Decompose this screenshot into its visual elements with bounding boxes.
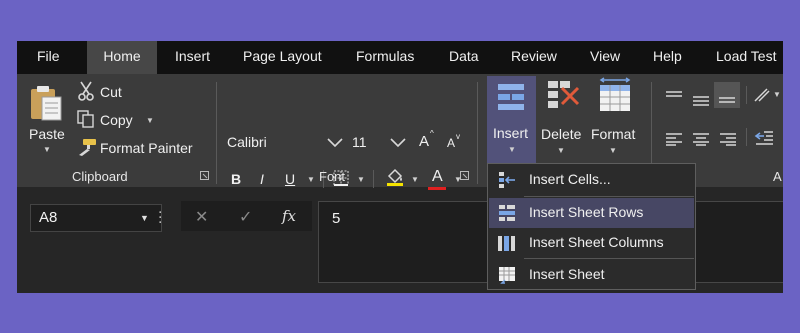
- divider: [524, 196, 694, 197]
- format-dropdown-icon[interactable]: ▼: [609, 146, 617, 155]
- top-align-icon[interactable]: [665, 90, 683, 104]
- insert-columns-icon: [498, 236, 515, 251]
- enter-icon[interactable]: ✓: [239, 207, 252, 227]
- delete-button[interactable]: [546, 79, 582, 116]
- tab-home[interactable]: Home: [87, 41, 157, 74]
- align-right-icon[interactable]: [719, 132, 737, 146]
- decrease-indent-icon[interactable]: [754, 130, 774, 146]
- format-painter-button[interactable]: Format Painter: [100, 140, 193, 156]
- insert-rows-icon: [499, 205, 515, 221]
- tab-page-layout[interactable]: Page Layout: [243, 41, 322, 74]
- font-color-button[interactable]: A: [432, 168, 443, 186]
- divider: [524, 258, 694, 259]
- menu-item-insert-cells[interactable]: Insert Cells...: [489, 165, 694, 195]
- fill-color-icon[interactable]: [385, 167, 405, 187]
- menu-item-label: Insert Sheet Rows: [529, 204, 644, 220]
- insert-button[interactable]: Insert ▼: [487, 76, 536, 163]
- tab-formulas[interactable]: Formulas: [356, 41, 414, 74]
- font-color-swatch: [428, 187, 446, 190]
- cut-icon[interactable]: [77, 81, 95, 106]
- tab-load-test[interactable]: Load Test: [716, 41, 776, 74]
- menu-item-insert-sheet-rows[interactable]: Insert Sheet Rows: [489, 198, 694, 228]
- divider: [477, 82, 478, 184]
- alignment-group-label: A: [773, 169, 782, 184]
- menu-bar: File Home Insert Page Layout Formulas Da…: [17, 41, 783, 74]
- align-left-icon[interactable]: [665, 132, 683, 146]
- copy-dropdown-icon[interactable]: ▼: [146, 116, 154, 125]
- font-size-combo[interactable]: 11: [348, 132, 412, 154]
- tab-review[interactable]: Review: [511, 41, 557, 74]
- underline-button[interactable]: U: [285, 171, 295, 187]
- chevron-down-icon[interactable]: [327, 138, 343, 148]
- tab-help[interactable]: Help: [653, 41, 682, 74]
- clipboard-icon: [31, 86, 62, 121]
- middle-align-icon[interactable]: [692, 94, 710, 108]
- paste-dropdown-icon[interactable]: ▼: [43, 145, 51, 154]
- name-box-value: A8: [39, 209, 58, 226]
- menu-item-insert-sheet-columns[interactable]: Insert Sheet Columns: [489, 228, 694, 258]
- align-center-icon[interactable]: [692, 132, 710, 146]
- paste-button[interactable]: [28, 83, 64, 128]
- font-launcher-icon[interactable]: [460, 171, 469, 180]
- increase-font-button[interactable]: A: [419, 133, 429, 150]
- clipboard-group-label: Clipboard: [72, 169, 128, 184]
- orientation-icon[interactable]: [753, 86, 771, 104]
- borders-dropdown-icon[interactable]: ▼: [357, 175, 365, 184]
- delete-cells-icon: [548, 81, 580, 108]
- insert-sheet-icon: [499, 267, 515, 284]
- menu-item-label: Insert Cells...: [529, 171, 611, 187]
- tab-data[interactable]: Data: [449, 41, 479, 74]
- paste-label[interactable]: Paste: [29, 126, 65, 142]
- tab-file[interactable]: File: [37, 41, 60, 74]
- chevron-down-icon[interactable]: [390, 138, 406, 148]
- insert-cells-icon: [498, 84, 524, 110]
- font-name-combo[interactable]: Calibri: [223, 132, 347, 154]
- excel-window: File Home Insert Page Layout Formulas Da…: [17, 41, 783, 293]
- bold-button[interactable]: B: [231, 171, 241, 187]
- italic-button[interactable]: I: [260, 171, 264, 187]
- clipboard-launcher-icon[interactable]: [200, 171, 209, 180]
- cancel-icon[interactable]: ✕: [195, 207, 208, 227]
- divider: [373, 170, 374, 188]
- decrease-font-button[interactable]: A: [447, 136, 455, 150]
- font-size-value: 11: [352, 134, 367, 150]
- tab-insert[interactable]: Insert: [175, 41, 210, 74]
- decrease-font-caret-icon: v: [456, 132, 460, 141]
- cut-button[interactable]: Cut: [100, 84, 122, 100]
- font-group-label: Font: [319, 169, 346, 184]
- divider: [746, 128, 747, 146]
- insert-cells-icon: [499, 172, 515, 188]
- insert-function-button[interactable]: fx: [282, 207, 296, 225]
- bottom-align-button[interactable]: [714, 82, 740, 108]
- menu-item-insert-sheet[interactable]: Insert Sheet: [489, 260, 694, 290]
- bottom-align-icon: [719, 97, 735, 103]
- fill-color-dropdown-icon[interactable]: ▼: [411, 175, 419, 184]
- formula-value: 5: [332, 210, 341, 227]
- orientation-dropdown-icon[interactable]: ▼: [773, 90, 781, 99]
- format-button[interactable]: [597, 77, 633, 118]
- insert-menu: Insert Cells... Insert Sheet Rows Insert…: [487, 163, 696, 290]
- divider: [746, 86, 747, 104]
- tab-view[interactable]: View: [590, 41, 620, 74]
- divider: [216, 82, 217, 184]
- increase-font-caret-icon: ^: [430, 129, 434, 138]
- name-box-dropdown-icon[interactable]: ▼: [140, 213, 149, 223]
- menu-item-label: Insert Sheet: [529, 266, 605, 282]
- delete-label[interactable]: Delete: [541, 126, 581, 142]
- copy-button[interactable]: Copy: [100, 112, 133, 128]
- format-cells-icon: [599, 77, 631, 111]
- insert-dropdown-icon: ▼: [508, 145, 516, 154]
- format-label[interactable]: Format: [591, 126, 635, 142]
- font-name-value: Calibri: [227, 134, 267, 150]
- more-options-icon[interactable]: ...: [158, 201, 162, 227]
- copy-icon[interactable]: [77, 110, 95, 133]
- underline-dropdown-icon[interactable]: ▼: [307, 175, 315, 184]
- menu-item-label: Insert Sheet Columns: [529, 234, 664, 250]
- delete-dropdown-icon[interactable]: ▼: [557, 146, 565, 155]
- insert-label: Insert: [493, 125, 529, 141]
- format-painter-icon[interactable]: [77, 138, 97, 161]
- name-box[interactable]: A8 ▼: [30, 204, 162, 232]
